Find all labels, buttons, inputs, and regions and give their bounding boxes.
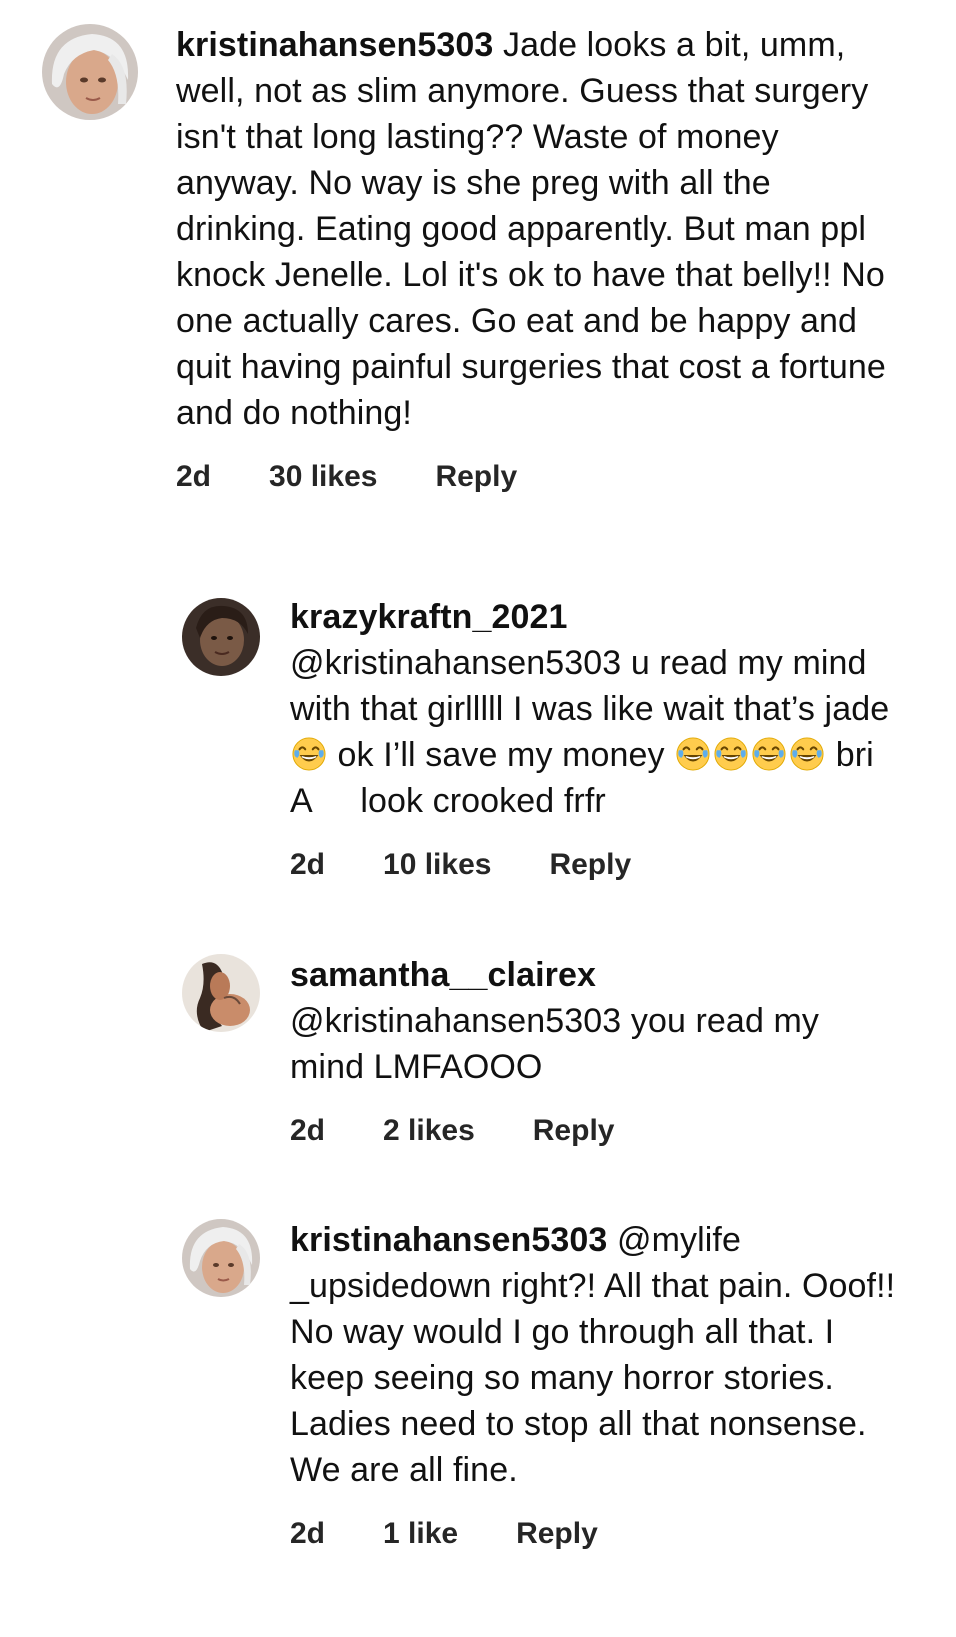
comment-content: krazykraftn_2021 @kristinahansen5303 u r…	[290, 594, 890, 882]
comment-body: samantha__clairex @kristinahansen5303 yo…	[290, 952, 890, 1090]
comment-text-part2: ok I’ll save my money	[337, 736, 665, 774]
redacted-text	[312, 786, 351, 816]
reply-button[interactable]: Reply	[549, 848, 631, 882]
comment-likes[interactable]: 1 like	[383, 1517, 458, 1551]
face-with-tears-of-joy-icon	[790, 737, 824, 771]
comment-content: kristinahansen5303 @mylife _upsidedown r…	[290, 1217, 900, 1551]
comment-username[interactable]: samantha__clairex	[290, 952, 890, 998]
comment-meta: 2d 2 likes Reply	[290, 1114, 890, 1148]
comment-likes[interactable]: 10 likes	[383, 848, 491, 882]
comment-meta: 2d 10 likes Reply	[290, 848, 890, 882]
face-with-tears-of-joy-icon	[714, 737, 748, 771]
comment-time: 2d	[290, 848, 326, 881]
comment-text-part1: @kristinahansen5303 u read my mind with …	[290, 644, 890, 728]
avatar[interactable]	[42, 24, 138, 120]
reply-item: kristinahansen5303 @mylife _upsidedown r…	[182, 1217, 900, 1551]
reply-item: samantha__clairex @kristinahansen5303 yo…	[182, 952, 890, 1148]
comment-body: krazykraftn_2021 @kristinahansen5303 u r…	[290, 594, 890, 824]
comment-username[interactable]: kristinahansen5303	[176, 26, 493, 64]
comment-body: kristinahansen5303 @mylife _upsidedown r…	[290, 1217, 900, 1493]
comment-text-part4: look crooked frfr	[360, 782, 606, 820]
comment-meta: 2d 30 likes Reply	[176, 460, 896, 494]
comment-time: 2d	[176, 460, 212, 493]
reply-button[interactable]: Reply	[533, 1114, 615, 1148]
comment-text: Jade looks a bit, umm, well, not as slim…	[176, 26, 886, 432]
face-with-tears-of-joy-icon	[292, 737, 326, 771]
avatar[interactable]	[182, 954, 260, 1032]
comment-username[interactable]: kristinahansen5303	[290, 1221, 607, 1259]
comment-item: kristinahansen5303 Jade looks a bit, umm…	[42, 22, 896, 494]
comment-meta: 2d 1 like Reply	[290, 1517, 900, 1551]
comment-content: kristinahansen5303 Jade looks a bit, umm…	[176, 22, 896, 494]
avatar[interactable]	[182, 1219, 260, 1297]
reply-item: krazykraftn_2021 @kristinahansen5303 u r…	[182, 594, 890, 882]
comment-time: 2d	[290, 1517, 326, 1550]
comment-body: kristinahansen5303 Jade looks a bit, umm…	[176, 22, 896, 436]
comment-likes[interactable]: 2 likes	[383, 1114, 475, 1148]
avatar[interactable]	[182, 598, 260, 676]
reply-button[interactable]: Reply	[435, 460, 517, 494]
comment-username[interactable]: krazykraftn_2021	[290, 594, 890, 640]
face-with-tears-of-joy-icon	[752, 737, 786, 771]
comment-text: @kristinahansen5303 you read my mind LMF…	[290, 1002, 820, 1086]
reply-button[interactable]: Reply	[516, 1517, 598, 1551]
comment-likes[interactable]: 30 likes	[269, 460, 377, 494]
face-with-tears-of-joy-icon	[676, 737, 710, 771]
comment-time: 2d	[290, 1114, 326, 1147]
comment-text: @mylife _upsidedown right?! All that pai…	[290, 1221, 896, 1489]
comment-content: samantha__clairex @kristinahansen5303 yo…	[290, 952, 890, 1148]
